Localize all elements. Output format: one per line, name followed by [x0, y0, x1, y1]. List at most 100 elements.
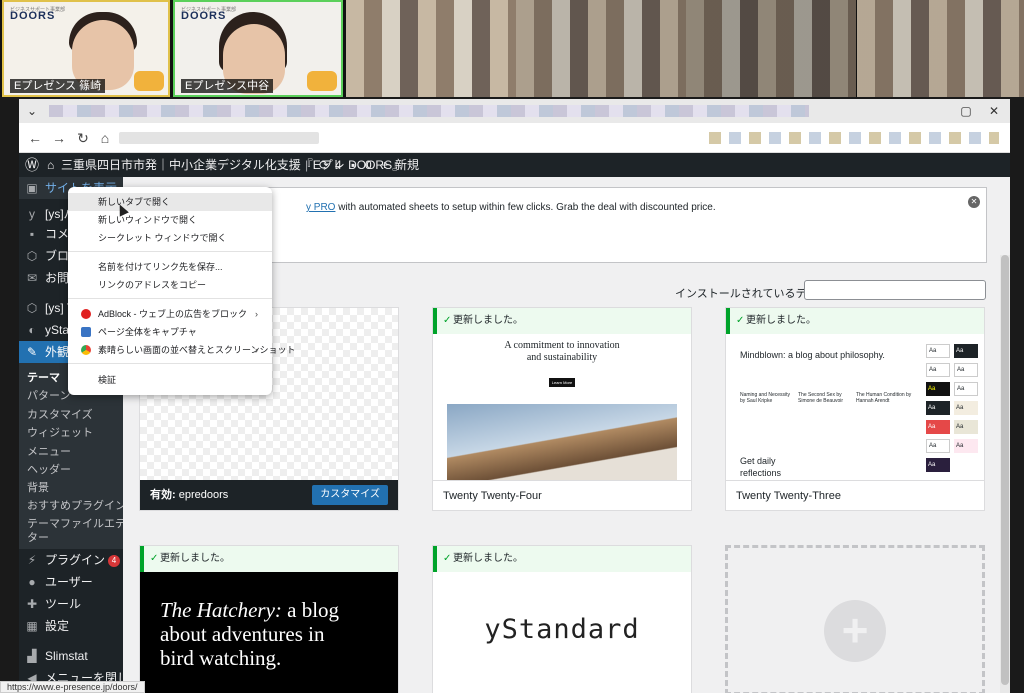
promo-body: with automated sheets to setup within fe… [335, 202, 716, 213]
scrollbar[interactable] [1000, 255, 1010, 693]
wordpress-icon[interactable]: Ⓦ [25, 153, 39, 177]
participant-tile-3[interactable] [346, 0, 516, 97]
url-input[interactable] [119, 132, 319, 144]
menu-label: ページ全体をキャプチャ [98, 327, 197, 337]
settings-icon: ▦ [26, 619, 38, 633]
plugin-update-badge: 4 [108, 554, 121, 567]
t23-col-1: Naming and Necessity by Saul Kripke [740, 392, 791, 404]
scrollbar-thumb[interactable] [1001, 255, 1009, 685]
updates-icon[interactable]: ⟳ [319, 153, 329, 177]
close-icon[interactable]: ✕ [985, 102, 1003, 120]
participant-tile-1[interactable]: ビジネスサポート事業部 DOORS Eプレゼンス 篠崎 [2, 0, 170, 97]
participant-tile-2[interactable]: ビジネスサポート事業部 DOORS Eプレゼンス中谷 [173, 0, 343, 97]
menu-screen-arrange[interactable]: 素晴らしい画面の並べ替えとスクリーンショット › [68, 341, 296, 359]
menu-inspect[interactable]: 検証 [68, 371, 272, 389]
check-icon: ✓ [736, 315, 745, 326]
submenu-header[interactable]: ヘッダー [27, 461, 71, 477]
forward-icon[interactable]: → [49, 129, 69, 147]
style-swatch: Aa [926, 401, 950, 415]
style-swatch: Aa [954, 382, 978, 396]
sidebar-item-label: 設定 [45, 619, 70, 633]
dismiss-icon[interactable]: ✕ [968, 196, 980, 208]
chevron-right-icon: › [255, 309, 258, 319]
sidebar-item-users[interactable]: ● ユーザー [19, 571, 123, 593]
submenu-themes[interactable]: テーマ [27, 369, 60, 385]
mascot-icon [134, 71, 164, 91]
sidebar-item-plugins[interactable]: ⚡ プラグイン 4 [19, 549, 123, 571]
style-swatch: Aa [954, 363, 978, 377]
reload-icon[interactable]: ↻ [73, 129, 93, 147]
t24-heading-2: and sustainability [526, 352, 598, 363]
add-new-theme[interactable]: + [725, 545, 985, 693]
comment-icon: ▪ [29, 227, 35, 241]
promo-link[interactable]: y PRO [306, 202, 335, 213]
menu-separator [68, 363, 272, 364]
participant-tile-5[interactable] [686, 0, 856, 97]
back-icon[interactable]: ← [25, 129, 45, 147]
submenu-recommended-plugins[interactable]: おすすめプラグイン [27, 497, 126, 513]
theme-card-twenty-twenty-three[interactable]: ✓ 更新しました。 Mindblown: a blog about philoso… [725, 307, 985, 511]
chevron-down-icon[interactable]: ⌄ [23, 102, 41, 120]
adblock-icon [81, 309, 91, 319]
hatchery-line-2: about adventures in [160, 622, 325, 646]
active-prefix: 有効: [150, 489, 176, 501]
submenu-menus[interactable]: メニュー [27, 443, 71, 459]
home-icon[interactable]: ⌂ [95, 129, 115, 147]
style-swatch: Aa [954, 420, 978, 434]
plus-icon[interactable]: + [381, 153, 388, 177]
restore-icon[interactable]: ▢ [957, 102, 975, 120]
updates-count[interactable]: 4 [335, 153, 342, 177]
submenu-patterns[interactable]: パターン [27, 387, 70, 403]
sidebar-item-slimstat[interactable]: ▟ Slimstat [19, 645, 123, 667]
home-icon: ⌂ [47, 158, 55, 172]
update-label: 更新しました。 [160, 553, 230, 564]
theme-card-twenty-twenty-four[interactable]: ✓ 更新しました。 A commitment to innovation and … [432, 307, 692, 511]
menu-open-new-tab[interactable]: 新しいタブで開く [68, 193, 272, 211]
update-notice: ✓ 更新しました。 [140, 546, 398, 572]
chart-icon: ▟ [27, 649, 37, 663]
active-theme-name: epredoors [178, 489, 229, 501]
hatchery-line-1: The Hatchery: a blog [160, 598, 339, 622]
style-swatch: Aa [926, 420, 950, 434]
theme-card-hatchery[interactable]: ✓ 更新しました。 The Hatchery: a blog about adve… [139, 545, 399, 693]
promo-text: y PRO with automated sheets to setup wit… [306, 202, 716, 213]
ystandard-logo: yStandard [484, 614, 640, 645]
submenu-widgets[interactable]: ウィジェット [27, 424, 93, 440]
menu-open-new-window[interactable]: 新しいウィンドウで開く [68, 211, 272, 229]
customize-button[interactable]: カスタマイズ [312, 485, 388, 505]
style-swatch: Aa [926, 344, 950, 358]
new-content-link[interactable]: 新規 [395, 153, 419, 177]
submenu-background[interactable]: 背景 [27, 479, 49, 495]
check-icon: ✓ [443, 553, 452, 564]
submenu-customize[interactable]: カスタマイズ [27, 406, 93, 422]
participant-tile-4[interactable] [516, 0, 686, 97]
menu-open-incognito[interactable]: シークレット ウィンドウで開く [68, 229, 272, 247]
mail-icon: ✉ [26, 271, 38, 285]
sidebar-item-label: ユーザー [45, 575, 93, 589]
menu-save-link-as[interactable]: 名前を付けてリンク先を保存... [68, 258, 272, 276]
sidebar-item-tools[interactable]: ✚ ツール [19, 593, 123, 615]
t24-heading-1: A commitment to innovation [504, 340, 620, 351]
style-swatch: Aa [926, 382, 950, 396]
menu-separator [68, 251, 272, 252]
tab-strip[interactable] [49, 105, 809, 117]
extensions-toolbar[interactable] [709, 132, 999, 144]
context-menu: 新しいタブで開く 新しいウィンドウで開く シークレット ウィンドウで開く 名前を… [68, 187, 296, 395]
comment-icon[interactable]: ▪ [351, 153, 355, 177]
t23-footer-1: Get daily [740, 456, 776, 466]
menu-copy-link[interactable]: リンクのアドレスをコピー [68, 276, 272, 294]
style-swatch: Aa [954, 344, 978, 358]
comments-count[interactable]: 0 [365, 153, 372, 177]
participant-tile-6[interactable] [857, 0, 1024, 97]
yoast-icon: y [29, 207, 35, 221]
style-swatch: Aa [954, 439, 978, 453]
appearance-icon: ✎ [26, 345, 38, 359]
style-swatch: Aa [926, 458, 950, 472]
theme-card-ystandard[interactable]: ✓ 更新しました。 yStandard [432, 545, 692, 693]
sidebar-item-settings[interactable]: ▦ 設定 [19, 615, 123, 637]
menu-adblock[interactable]: AdBlock - ウェブ上の広告をブロック › [68, 305, 272, 323]
sidebar-item-label: Slimstat [45, 649, 88, 663]
menu-capture-page[interactable]: ページ全体をキャプチャ [68, 323, 272, 341]
status-bar-url: https://www.e-presence.jp/doors/ [0, 681, 145, 693]
search-input[interactable] [804, 280, 986, 300]
